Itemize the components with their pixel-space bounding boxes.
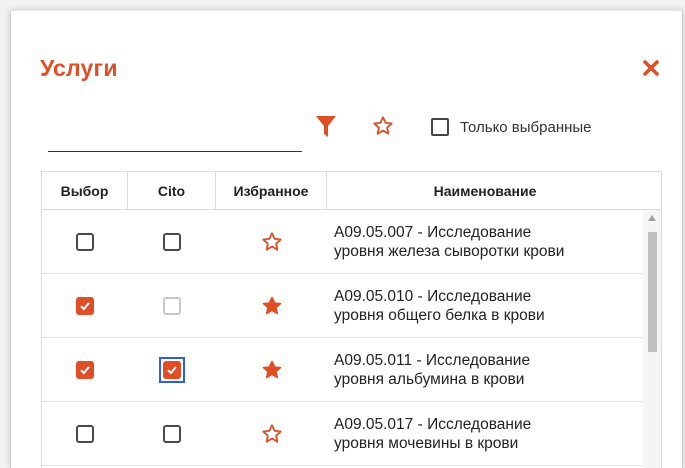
table-header: Выбор Cito Избранное Наименование — [42, 172, 661, 210]
favorite-cell — [216, 402, 327, 466]
service-description-line: уровня альбумина в крови — [334, 371, 525, 388]
service-name-cell: A09.05.011 - Исследование уровня альбуми… — [327, 338, 643, 402]
cito-checkbox — [163, 297, 181, 315]
only-selected-checkbox[interactable] — [431, 118, 449, 136]
cito-cell — [128, 338, 216, 402]
column-header-select[interactable]: Выбор — [42, 172, 128, 210]
favorite-cell — [216, 210, 327, 274]
star-filled-icon[interactable] — [261, 295, 283, 317]
search-input[interactable] — [48, 125, 302, 152]
star-outline-icon[interactable] — [261, 423, 283, 445]
cito-cell — [128, 274, 216, 338]
cito-checkbox[interactable] — [163, 425, 181, 443]
filter-icon[interactable] — [316, 116, 336, 138]
star-outline-icon[interactable] — [261, 231, 283, 253]
scroll-thumb[interactable] — [648, 232, 657, 352]
service-code-line: A09.05.007 - Исследование — [334, 224, 532, 241]
cito-checkbox[interactable] — [163, 233, 181, 251]
select-checkbox[interactable] — [76, 233, 94, 251]
cito-checkbox[interactable] — [163, 361, 181, 379]
favorite-cell — [216, 338, 327, 402]
service-description-line: уровня общего белка в крови — [334, 307, 545, 324]
select-checkbox[interactable] — [76, 361, 94, 379]
select-cell — [42, 338, 128, 402]
service-name-cell: A09.05.010 - Исследование уровня общего … — [327, 274, 643, 338]
services-dialog: Услуги Только выбранные Выбор Cito Избра… — [10, 10, 683, 468]
table-row[interactable]: A09.05.010 - Исследование уровня общего … — [42, 274, 643, 338]
favorite-cell — [216, 274, 327, 338]
service-description-line: уровня мочевины в крови — [334, 435, 519, 452]
service-description-line: уровня железа сыворотки крови — [334, 243, 565, 260]
scroll-up-arrow-icon[interactable] — [648, 215, 656, 221]
service-name-cell: A09.05.017 - Исследование уровня мочевин… — [327, 402, 643, 466]
only-selected-label: Только выбранные — [460, 118, 592, 136]
column-header-cito[interactable]: Cito — [128, 172, 216, 210]
cito-cell — [128, 210, 216, 274]
service-code-line: A09.05.011 - Исследование — [334, 352, 531, 369]
column-header-favorite[interactable]: Избранное — [216, 172, 327, 210]
service-code-line: A09.05.017 - Исследование — [334, 416, 532, 433]
column-header-name[interactable]: Наименование — [327, 172, 643, 210]
dialog-title: Услуги — [40, 55, 118, 81]
close-icon[interactable] — [638, 55, 664, 81]
vertical-scrollbar[interactable] — [643, 210, 661, 468]
star-filled-icon[interactable] — [261, 359, 283, 381]
select-checkbox[interactable] — [76, 425, 94, 443]
service-name-cell: A09.05.007 - Исследование уровня железа … — [327, 210, 643, 274]
services-table: Выбор Cito Избранное Наименование A09.05… — [41, 171, 662, 468]
select-cell — [42, 402, 128, 466]
cito-cell — [128, 402, 216, 466]
service-code-line: A09.05.010 - Исследование — [334, 288, 532, 305]
focus-ring — [159, 357, 185, 383]
favorites-filter-star-icon[interactable] — [372, 115, 394, 137]
table-row[interactable]: A09.05.007 - Исследование уровня железа … — [42, 210, 643, 274]
select-cell — [42, 210, 128, 274]
table-row[interactable]: A09.05.017 - Исследование уровня мочевин… — [42, 402, 643, 466]
select-checkbox[interactable] — [76, 297, 94, 315]
only-selected-toggle[interactable]: Только выбранные — [431, 118, 592, 136]
select-cell — [42, 274, 128, 338]
table-row[interactable]: A09.05.011 - Исследование уровня альбуми… — [42, 338, 643, 402]
